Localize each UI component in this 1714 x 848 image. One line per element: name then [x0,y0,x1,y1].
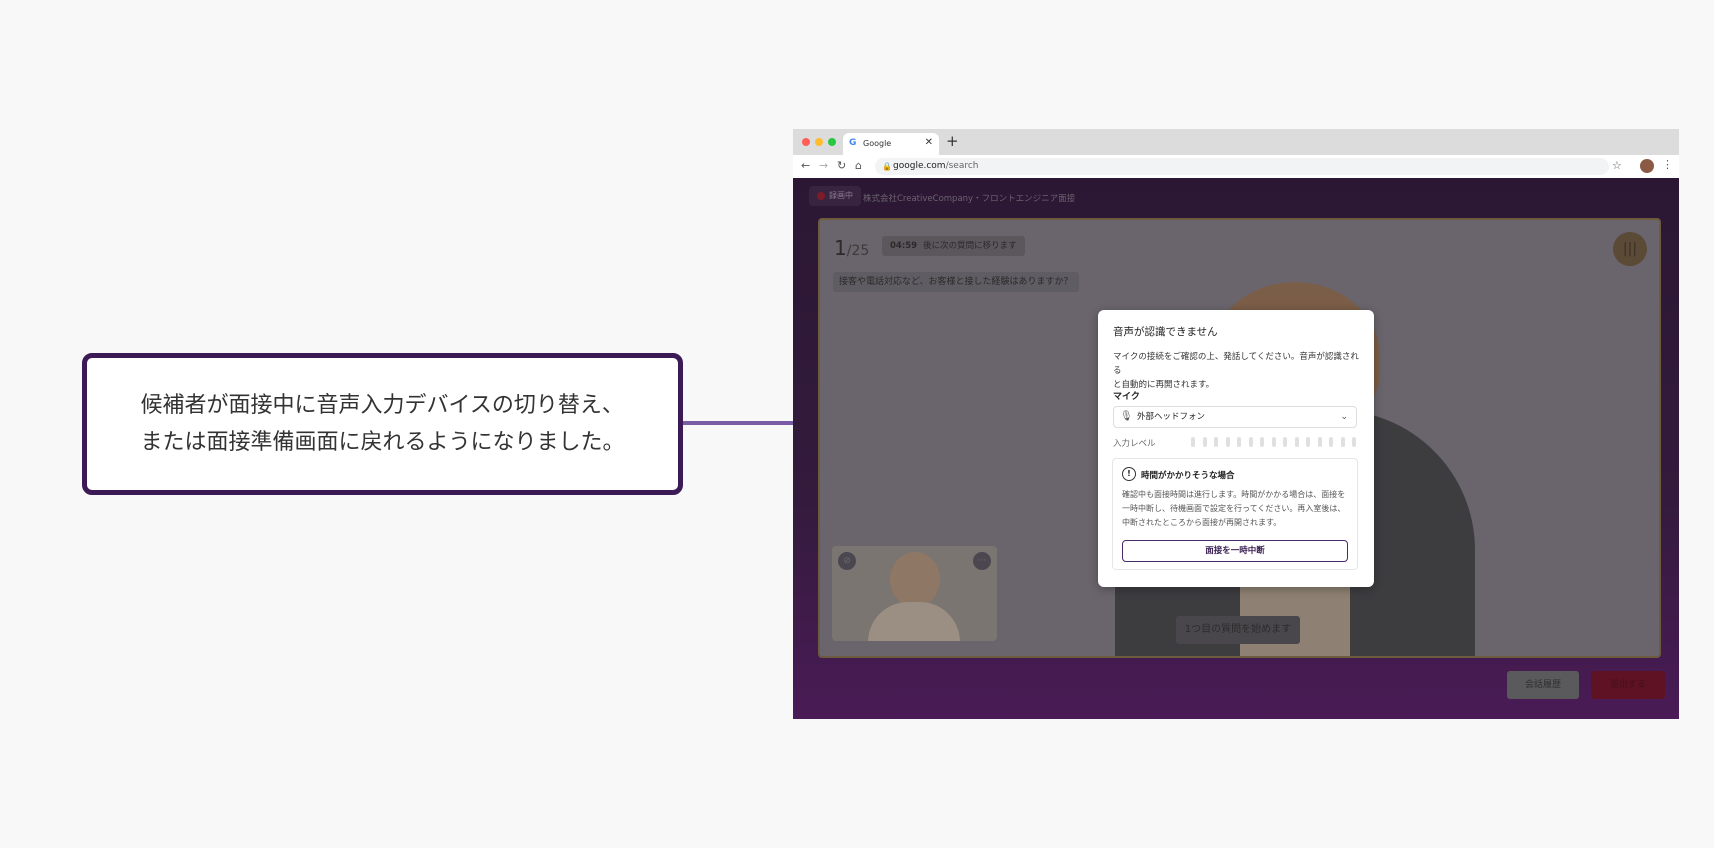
voice-not-recognized-dialog: 音声が認識できません マイクの接続をご確認の上、発話してください。音声が認識され… [1098,310,1374,587]
close-tab-icon[interactable]: ✕ [925,137,933,148]
dialog-description: マイクの接続をご確認の上、発話してください。音声が認識される と自動的に再開され… [1113,350,1363,392]
input-level-bar [1202,437,1207,447]
url-path: /search [945,161,979,171]
input-level-label: 入力レベル [1113,439,1156,449]
company-title: 株式会社CreativeCompany・フロントエンジニア面接 [863,194,1076,204]
announcement-line-1: 候補者が面接中に音声入力デバイスの切り替え、 [140,393,624,418]
input-level-bar [1283,437,1287,447]
mic-select-value: 外部ヘッドフォン [1137,412,1206,422]
home-icon[interactable]: ⌂ [855,159,862,172]
status-caption: 1つ目の質問を始めます [1176,616,1300,644]
dialog-description-line-1: マイクの接続をご確認の上、発話してください。音声が認識される [1113,352,1359,376]
maximize-window-button[interactable] [828,138,836,146]
google-favicon-icon: G [849,138,857,148]
candidate-body [868,602,960,641]
question-timer: 04:59 後に次の質問に移ります [882,236,1025,256]
question-total: /25 [846,243,870,259]
conversation-history-button[interactable]: 会話履歴 [1507,671,1579,699]
question-index: 1 [834,236,847,260]
announcement-text: 候補者が面接中に音声入力デバイスの切り替え、 または面接準備画面に戻れるようにな… [140,387,624,461]
input-level-bar [1248,437,1253,447]
browser-menu-icon[interactable]: ⋮ [1662,158,1673,171]
input-level-bar [1317,437,1322,447]
timer-value: 04:59 [890,241,918,251]
voice-wave-icon[interactable]: ||| [1613,232,1647,266]
recording-label: 録画中 [829,191,853,200]
mic-select[interactable]: 🎙 外部ヘッドフォン ⌄ [1113,406,1357,428]
long-wait-line-3: 中断されたところから面接が再開されます。 [1122,518,1282,527]
new-tab-plus-icon[interactable]: + [946,132,959,150]
browser-tab[interactable]: G Google ✕ [843,133,939,155]
announcement-line-2: または面接準備画面に戻れるようになりました。 [140,430,625,455]
question-text: 接客や電話対応など、お客様と接した経験はありますか？ [833,272,1079,292]
input-level-bar [1271,437,1276,447]
announcement-callout: 候補者が面接中に音声入力デバイスの切り替え、 または面接準備画面に戻れるようにな… [82,353,683,495]
mic-off-icon[interactable]: ⊘ [838,552,856,570]
exclamation-circle-icon: ! [1122,467,1136,481]
input-level-bar [1225,437,1230,447]
long-wait-line-2: 一時中断し、待機画面で設定を行ってください。再入室後は、 [1122,504,1346,513]
input-level-bar [1260,437,1264,447]
bookmark-star-icon[interactable]: ☆ [1612,159,1622,172]
minimize-window-button[interactable] [815,138,823,146]
input-level-bar [1329,437,1333,447]
input-level-bar [1352,437,1356,447]
close-window-button[interactable] [802,138,810,146]
pause-interview-button[interactable]: 面接を一時中断 [1122,540,1348,562]
input-level-bar [1191,437,1195,447]
long-wait-description: 確認中も面接時間は進行します。時間がかかる場合は、面接を 一時中断し、待機画面で… [1122,488,1350,530]
candidate-face [890,552,940,607]
long-wait-card: ! 時間がかかりそうな場合 確認中も面接時間は進行します。時間がかかる場合は、面… [1112,458,1358,570]
long-wait-title: 時間がかかりそうな場合 [1141,471,1235,481]
dialog-description-line-2: と自動的に再開されます。 [1113,380,1215,390]
timer-suffix: 後に次の質問に移ります [923,241,1017,251]
question-counter: 1/25 [834,236,869,260]
dialog-title: 音声が認識できません [1113,326,1218,338]
lock-icon: 🔒 [882,162,892,171]
tab-title: Google [863,139,892,148]
self-camera-view: ⊘ ··· [832,546,997,641]
microphone-icon: 🎙 [1120,411,1133,422]
browser-tab-bar: G Google ✕ + [793,129,1679,155]
input-level-bar [1340,437,1345,447]
input-level-bar [1306,437,1310,447]
mic-label: マイク [1113,392,1140,402]
url-host: google.com [893,161,946,171]
browser-toolbar: ← → ↻ ⌂ 🔒 google.com/search ☆ ⋮ [793,155,1679,179]
exit-button[interactable]: 退出する [1591,671,1665,699]
more-options-icon[interactable]: ··· [973,552,991,570]
address-bar[interactable]: 🔒 google.com/search [875,158,1609,175]
recording-badge: 録画中 [809,186,861,206]
input-level-bar [1237,437,1241,447]
long-wait-line-1: 確認中も面接時間は進行します。時間がかかる場合は、面接を [1122,490,1346,499]
chevron-down-icon: ⌄ [1340,412,1348,422]
reload-icon[interactable]: ↻ [837,159,846,172]
input-level-bar [1214,437,1218,447]
profile-avatar[interactable] [1640,159,1654,173]
forward-arrow-icon[interactable]: → [819,159,828,172]
input-level-meter [1191,437,1358,447]
back-arrow-icon[interactable]: ← [801,159,810,172]
input-level-bar [1294,437,1299,447]
url-text: google.com/search [893,158,979,175]
